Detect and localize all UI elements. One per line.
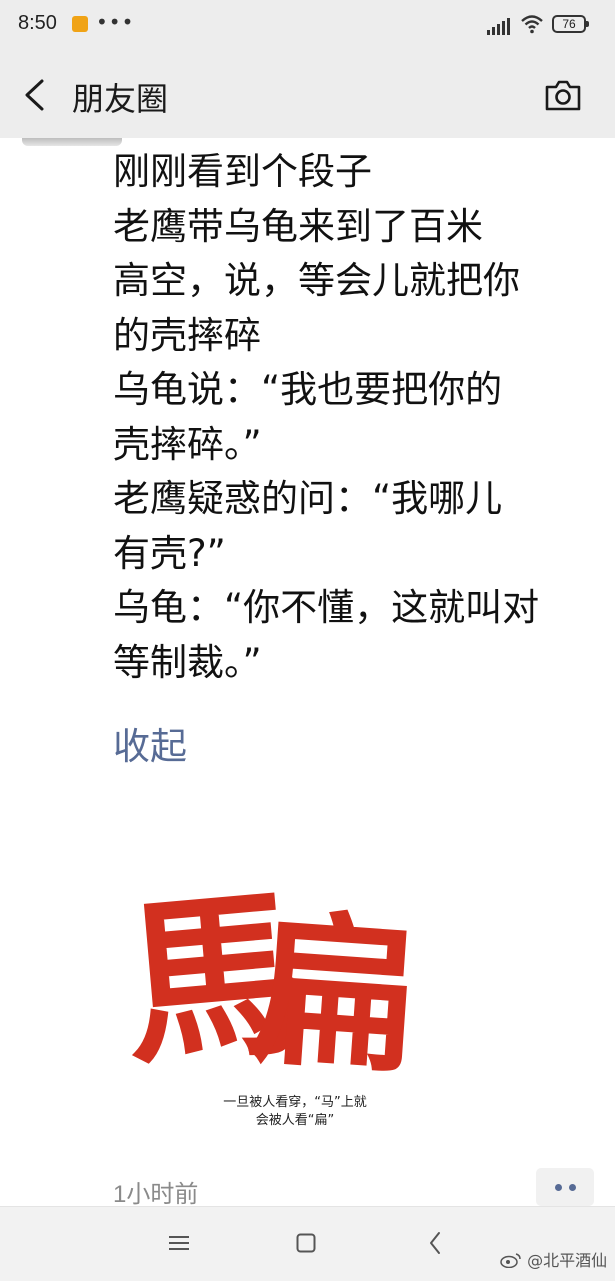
post-text-line: 壳摔碎。” — [113, 422, 262, 466]
avatar[interactable] — [22, 138, 122, 146]
status-bar: 8:50 ••• 76 — [0, 0, 615, 52]
dot — [554, 1183, 562, 1191]
menu-icon[interactable] — [169, 1235, 189, 1251]
back-icon[interactable] — [428, 1231, 442, 1255]
image-caption: 一旦被人看穿，“马”上就 会被人看“扁” — [200, 1094, 390, 1130]
post-text-line: 等制裁。” — [113, 640, 262, 684]
signal-icon — [487, 18, 510, 35]
post-text-line: 乌龟说：“我也要把你的 — [113, 368, 503, 411]
post-text-line: 高空，说，等会儿就把你 — [113, 259, 520, 302]
post-text-line: 的壳摔碎 — [113, 313, 261, 357]
camera-icon[interactable] — [544, 78, 582, 112]
battery-indicator: 76 — [552, 15, 589, 33]
image-glyph-bian: 扁 — [244, 889, 420, 1098]
weibo-icon — [500, 1253, 521, 1268]
home-icon[interactable] — [296, 1233, 316, 1253]
post-timestamp: 1小时前 — [113, 1181, 199, 1208]
dot — [568, 1183, 576, 1191]
status-time: 8:50 — [18, 12, 57, 34]
wifi-icon — [521, 15, 543, 34]
post-text-line: 有壳?” — [113, 531, 226, 575]
chevron-left-icon[interactable] — [20, 78, 48, 112]
more-dots-icon[interactable] — [536, 1168, 594, 1206]
image-caption-line: 会被人看“扁” — [255, 1113, 335, 1128]
weibo-watermark: @北平酒仙 — [500, 1247, 607, 1271]
watermark-text: @北平酒仙 — [527, 1251, 608, 1270]
notification-app-icon — [72, 16, 88, 32]
nav-bar: 朋友圈 — [0, 52, 615, 138]
collapse-link[interactable]: 收起 — [113, 716, 187, 770]
more-notifications-icon: ••• — [96, 10, 135, 34]
post-text-line: 老鹰疑惑的问：“我哪儿 — [113, 477, 503, 520]
post-text-line: 刚刚看到个段子 — [113, 150, 372, 193]
post-text: 刚刚看到个段子 老鹰带乌龟来到了百米 高空，说，等会儿就把你 的壳摔碎 乌龟说：… — [113, 145, 583, 690]
post-text-line: 老鹰带乌龟来到了百米 — [113, 204, 483, 248]
image-caption-line: 一旦被人看穿，“马”上就 — [223, 1095, 367, 1110]
page-title: 朋友圈 — [72, 80, 169, 118]
post-text-line: 乌龟：“你不懂，这就叫对 — [113, 586, 540, 629]
